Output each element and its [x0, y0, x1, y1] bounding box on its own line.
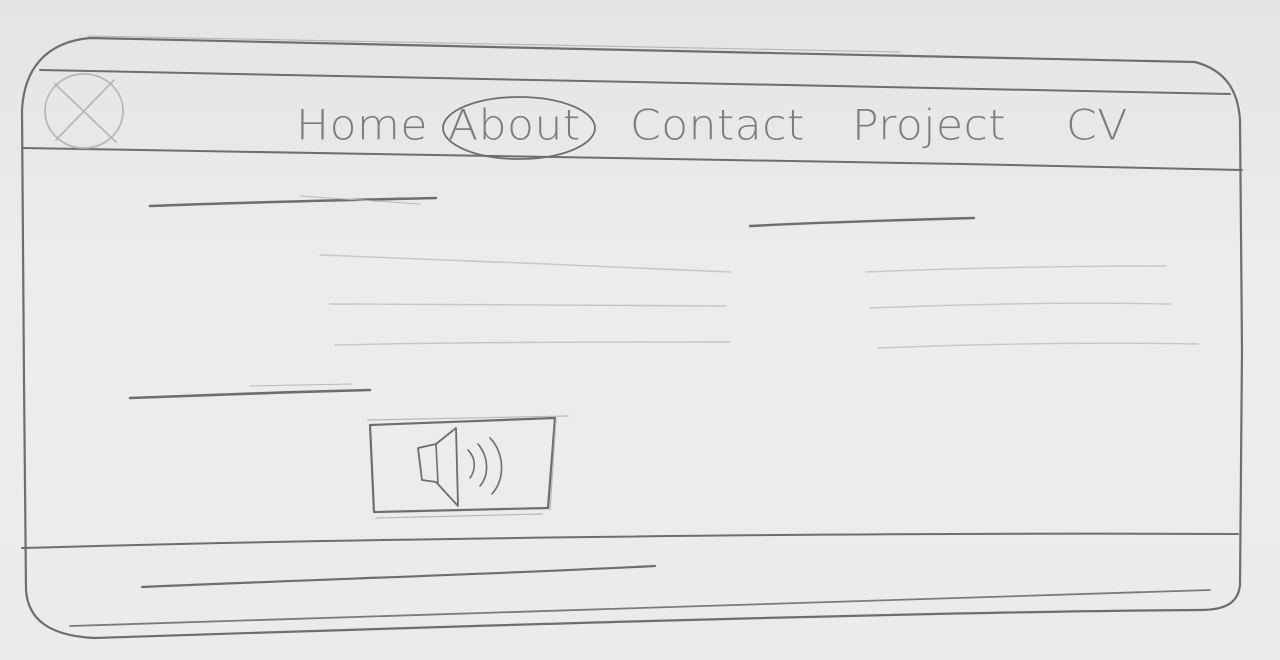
- heading-placeholder-3: [128, 388, 372, 400]
- nav-item-home[interactable]: Home: [296, 98, 428, 155]
- speaker-volume-icon[interactable]: [417, 427, 503, 507]
- sketch-paper: Home About Contact Project CV: [0, 0, 1280, 660]
- footer-top-line: [21, 532, 1239, 549]
- footer-text-line: [140, 564, 657, 589]
- nav-bar: Home About Contact Project CV: [0, 98, 1280, 155]
- heading-placeholder-2: [748, 216, 976, 228]
- text-line: [334, 341, 731, 346]
- text-line: [319, 254, 731, 273]
- nav-item-project[interactable]: Project: [852, 98, 1006, 155]
- text-line: [329, 303, 727, 307]
- nav-item-cv[interactable]: CV: [1066, 98, 1128, 155]
- nav-item-about[interactable]: About: [448, 98, 581, 155]
- text-line: [865, 265, 1167, 273]
- text-line: [877, 342, 1199, 349]
- header-top-line: [39, 69, 1231, 95]
- nav-item-contact[interactable]: Contact: [630, 98, 805, 155]
- text-line: [869, 302, 1171, 309]
- media-player[interactable]: [367, 415, 569, 519]
